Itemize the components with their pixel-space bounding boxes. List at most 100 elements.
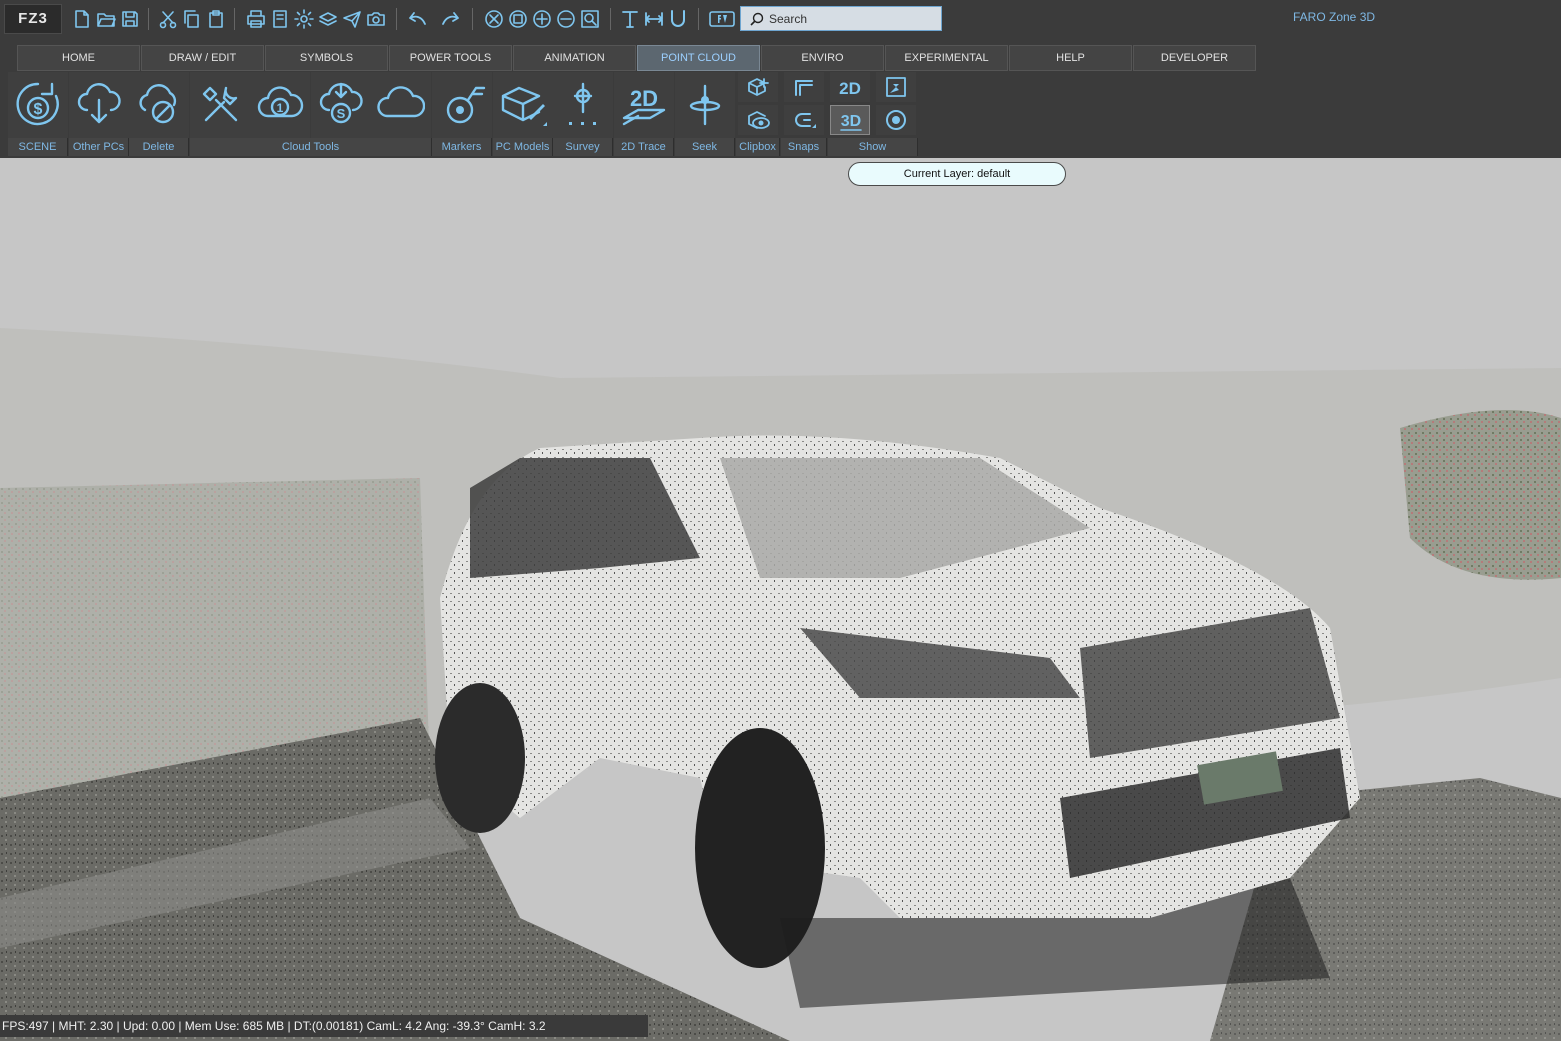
app-title: FARO Zone 3D (1293, 10, 1376, 24)
toolbar-separator (698, 8, 699, 30)
app-logo[interactable]: FZ3 (4, 4, 62, 34)
cloud-one-button[interactable]: 1 (250, 72, 310, 138)
dimension-icon[interactable] (644, 9, 664, 29)
cloud-delete-icon (139, 84, 177, 124)
group-label-seek: Seek (675, 138, 735, 156)
2d-trace-icon: 2D (622, 86, 666, 126)
tab-home[interactable]: HOME (17, 45, 140, 71)
svg-text:2D: 2D (839, 79, 861, 98)
snap-magnet-icon (795, 113, 816, 128)
box-rocket-icon (501, 86, 547, 126)
print-preview-icon[interactable] (270, 9, 290, 29)
search-input[interactable] (769, 9, 939, 28)
scene-cloud-button[interactable]: $ (8, 72, 68, 138)
status-bar: FPS:497 | MHT: 2.30 | Upd: 0.00 | Mem Us… (0, 1015, 648, 1037)
zoom-extents-icon[interactable] (508, 9, 528, 29)
clipbox-view-button[interactable] (738, 105, 778, 135)
view-2d-button[interactable]: 2D (830, 72, 870, 102)
cloud-one-icon: 1 (257, 86, 304, 118)
print-icon[interactable] (246, 9, 266, 29)
clipbox-eye-icon (748, 111, 770, 129)
undo-icon[interactable] (408, 9, 428, 29)
clipbox-add-icon (748, 78, 769, 96)
group-label-show: Show (828, 138, 918, 156)
group-label-clipbox: Clipbox (736, 138, 780, 156)
point-cloud-viewport[interactable] (0, 158, 1561, 1041)
ribbon-panel: $ 1 S 2D 2D 3D SCENE Other PCs Delete Cl… (0, 72, 1561, 158)
cloud-icon (377, 86, 425, 118)
cloud-import-dollar-icon: S (319, 82, 363, 124)
other-pcs-button[interactable] (69, 72, 129, 138)
markers-button[interactable] (432, 72, 492, 138)
seek-pin-icon (689, 84, 721, 126)
open-folder-icon[interactable] (96, 9, 116, 29)
zoom-out-icon[interactable] (556, 9, 576, 29)
group-label-delete: Delete (129, 138, 189, 156)
snap-magnet-button[interactable] (784, 105, 824, 135)
group-label-survey: Survey (553, 138, 613, 156)
show-orbit-button[interactable] (876, 105, 916, 135)
svg-text:1: 1 (277, 101, 284, 115)
tab-enviro[interactable]: ENVIRO (761, 45, 884, 71)
search-icon (750, 12, 764, 26)
svg-text:2D: 2D (630, 86, 658, 111)
snap-corner-icon (795, 80, 813, 96)
snap-corner-button[interactable] (784, 72, 824, 102)
show-orbit-icon (886, 110, 906, 130)
cloud-import-button[interactable]: S (311, 72, 371, 138)
zoom-cancel-icon[interactable] (484, 9, 504, 29)
tab-help[interactable]: HELP (1009, 45, 1132, 71)
zoom-window-icon[interactable] (580, 9, 600, 29)
cloud-tools-button[interactable] (190, 72, 250, 138)
tab-developer[interactable]: DEVELOPER (1133, 45, 1256, 71)
magnet-icon[interactable] (668, 9, 688, 29)
seek-button[interactable] (675, 72, 735, 138)
tab-point-cloud[interactable]: POINT CLOUD (637, 45, 760, 71)
show-window-button[interactable] (876, 72, 916, 102)
layers-icon[interactable] (318, 9, 338, 29)
group-label-pc-models: PC Models (493, 138, 553, 156)
group-label-snaps: Snaps (781, 138, 827, 156)
2d-trace-button[interactable]: 2D (614, 72, 674, 138)
tab-symbols[interactable]: SYMBOLS (265, 45, 388, 71)
new-file-icon[interactable] (72, 9, 92, 29)
clipbox-add-button[interactable] (738, 72, 778, 102)
toolbar-separator (472, 8, 473, 30)
toolbar-separator (396, 8, 397, 30)
settings-gear-icon[interactable] (294, 9, 314, 29)
tab-experimental[interactable]: EXPERIMENTAL (885, 45, 1008, 71)
send-icon[interactable] (342, 9, 362, 29)
cut-icon[interactable] (158, 9, 178, 29)
survey-point-icon (569, 82, 596, 125)
record-video-icon[interactable] (708, 9, 736, 29)
camera-icon[interactable] (366, 9, 386, 29)
tab-power-tools[interactable]: POWER TOOLS (389, 45, 512, 71)
group-label-scene: SCENE (8, 138, 68, 156)
view-2d-icon: 2D (839, 79, 861, 98)
svg-text:3D: 3D (841, 113, 861, 130)
tab-draw-edit[interactable]: DRAW / EDIT (141, 45, 264, 71)
group-label-markers: Markers (432, 138, 492, 156)
group-label-other-pcs: Other PCs (69, 138, 129, 156)
zoom-in-icon[interactable] (532, 9, 552, 29)
pc-models-button[interactable] (493, 72, 553, 138)
search-box[interactable] (740, 6, 942, 31)
paste-icon[interactable] (206, 9, 226, 29)
delete-cloud-button[interactable] (129, 72, 189, 138)
view-3d-button[interactable]: 3D (830, 105, 870, 135)
tab-animation[interactable]: ANIMATION (513, 45, 636, 71)
toolbar-separator (234, 8, 235, 30)
redo-icon[interactable] (440, 9, 460, 29)
save-icon[interactable] (120, 9, 140, 29)
group-label-cloud-tools: Cloud Tools (190, 138, 432, 156)
point-cloud-scene (0, 328, 1561, 1041)
toolbar-separator (148, 8, 149, 30)
ribbon-tab-bar: HOME DRAW / EDIT SYMBOLS POWER TOOLS ANI… (0, 38, 1561, 72)
toolbar-separator (610, 8, 611, 30)
view-3d-icon: 3D (840, 113, 862, 131)
copy-icon[interactable] (182, 9, 202, 29)
group-label-2d-trace: 2D Trace (614, 138, 674, 156)
cloud-button[interactable] (371, 72, 431, 138)
survey-button[interactable] (553, 72, 613, 138)
text-tool-icon[interactable] (620, 9, 640, 29)
